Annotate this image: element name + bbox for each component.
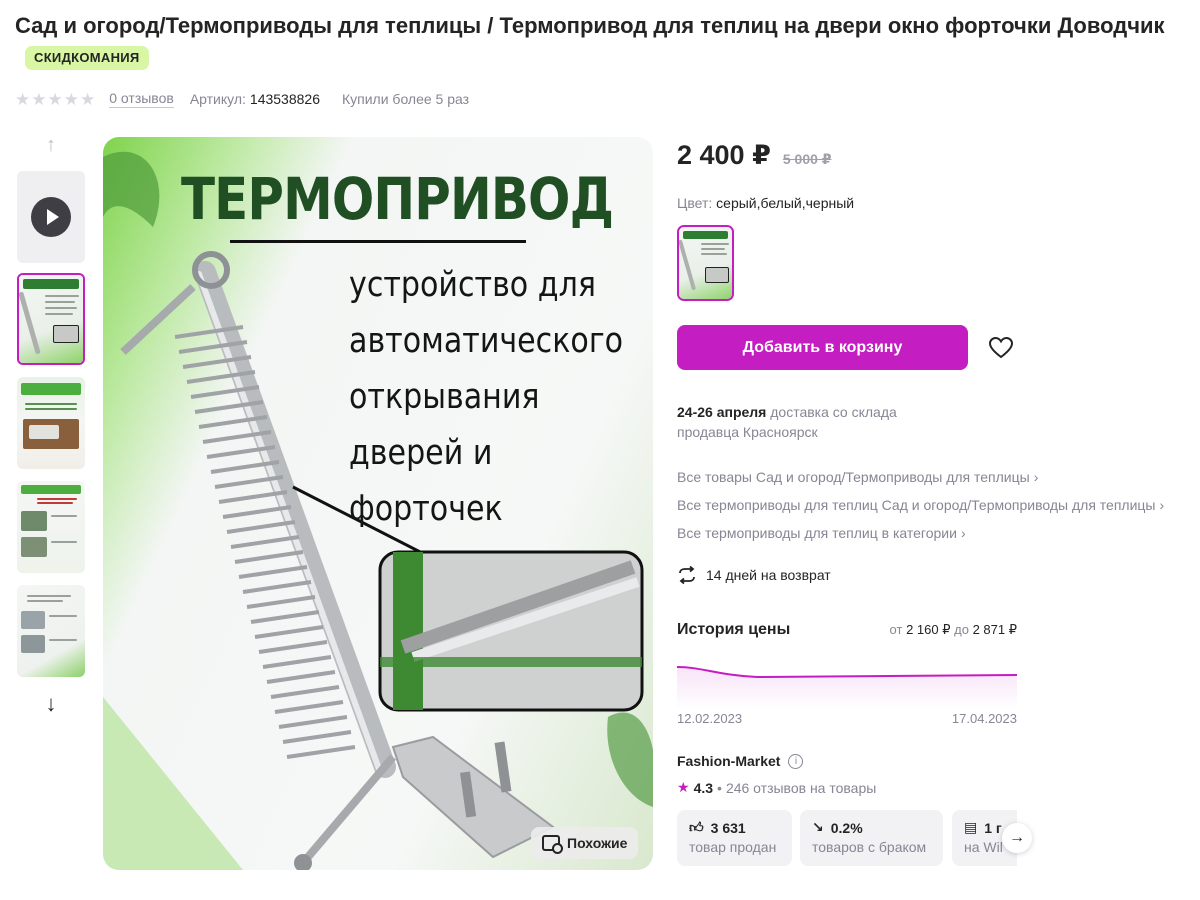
- price-history-dates: 12.02.2023 17.04.2023: [677, 711, 1017, 726]
- return-icon: [679, 566, 695, 584]
- play-icon: [31, 197, 71, 237]
- product-title-text: Сад и огород/Термоприводы для теплицы / …: [15, 13, 1165, 38]
- image-caption-line: дверей и форточек: [349, 433, 503, 529]
- product-title: Сад и огород/Термоприводы для теплицы / …: [15, 10, 1185, 74]
- stat-card: 👍︎ 3 631 товар продан: [677, 810, 792, 866]
- similar-label: Похожие: [567, 835, 628, 851]
- color-label: Цвет:: [677, 195, 713, 211]
- stat-card: ↘ 0.2% товаров с браком: [800, 810, 943, 866]
- old-price: 5 000 ₽: [782, 151, 832, 167]
- category-links: Все товары Сад и огород/Термоприводы для…: [677, 466, 1192, 550]
- thumbnail-image: [17, 585, 85, 677]
- main-product-image[interactable]: ТЕРМОПРИВОД устройство для автоматическо…: [103, 137, 653, 870]
- image-caption-line: открывания: [349, 377, 540, 417]
- arrow-up-icon[interactable]: ↑: [39, 135, 63, 155]
- price-range: от 2 160 ₽ до 2 871 ₽: [890, 622, 1017, 638]
- trend-down-icon: ↘: [812, 819, 824, 835]
- promo-badge[interactable]: СКИДКОМАНИЯ: [25, 46, 149, 70]
- thumbnail-3[interactable]: [17, 481, 85, 573]
- similar-button[interactable]: Похожие: [531, 827, 639, 859]
- article-number[interactable]: 143538826: [250, 91, 320, 107]
- image-caption: устройство для автоматического открывани…: [349, 257, 623, 537]
- current-price: 2 400 ₽: [677, 140, 771, 170]
- seller-rating: ★ 4.3 • 246 отзывов на товары: [677, 779, 876, 796]
- stat-label: товар продан: [689, 839, 777, 855]
- bullet-separator: •: [717, 779, 722, 796]
- link-all-products[interactable]: Все товары Сад и огород/Термоприводы для…: [677, 466, 1192, 494]
- info-icon[interactable]: i: [788, 753, 804, 769]
- star-icon: ★: [47, 89, 63, 109]
- thumbnail-image: [17, 481, 85, 573]
- image-search-icon: [542, 835, 563, 854]
- price-history-chart[interactable]: [677, 655, 1017, 710]
- link-text: Все термоприводы для теплиц Сад и огород…: [677, 497, 1156, 513]
- stat-label: товаров с браком: [812, 839, 927, 855]
- image-caption-line: автоматического: [349, 321, 624, 361]
- star-icon: ★: [31, 89, 47, 109]
- image-caption-line: устройство для: [349, 265, 596, 305]
- link-text: Все термоприводы для теплиц в категории: [677, 525, 957, 541]
- thumbnail-1[interactable]: [17, 273, 85, 365]
- star-icon: ★: [677, 779, 690, 795]
- price-history-header: История цены от 2 160 ₽ до 2 871 ₽: [677, 621, 1017, 639]
- chevron-right-icon: ›: [1159, 497, 1165, 513]
- star-icon: ★: [80, 89, 96, 109]
- return-text: 14 дней на возврат: [706, 567, 831, 583]
- chevron-right-icon: ›: [1033, 469, 1039, 485]
- seller-name[interactable]: Fashion-Market: [677, 753, 780, 769]
- star-icon: ★: [15, 89, 31, 109]
- return-policy[interactable]: 14 дней на возврат: [677, 566, 831, 584]
- color-value: серый,белый,черный: [716, 195, 855, 211]
- article-label: Артикул:: [189, 91, 246, 107]
- end-date: 17.04.2023: [951, 711, 1017, 726]
- chevron-right-icon: ›: [960, 525, 966, 541]
- variant-image: [679, 227, 732, 299]
- color-info: Цвет: серый,белый,черный: [677, 195, 854, 211]
- image-underline: [230, 240, 526, 243]
- heart-icon[interactable]: [988, 336, 1014, 360]
- link-text: Все товары Сад и огород/Термоприводы для…: [677, 469, 1030, 485]
- range-to-label: до: [954, 622, 969, 637]
- reviews-link[interactable]: 0 отзывов: [109, 90, 174, 108]
- arrow-right-icon[interactable]: →: [1002, 823, 1032, 853]
- bought-count: Купили более 5 раз: [341, 91, 470, 107]
- thumbnail-2[interactable]: [17, 377, 85, 469]
- arrow-down-icon[interactable]: ↓: [39, 693, 63, 717]
- link-category[interactable]: Все термоприводы для теплиц в категории ›: [677, 522, 1192, 550]
- price-history-title: История цены: [677, 621, 791, 638]
- video-thumbnail[interactable]: [17, 171, 85, 263]
- range-from: 2 160 ₽: [906, 622, 951, 637]
- seller-stats: 👍︎ 3 631 товар продан ↘ 0.2% товаров с бра…: [677, 810, 1017, 868]
- range-to: 2 871 ₽: [972, 622, 1017, 637]
- seller-reviews: 246 отзывов на товары: [725, 779, 877, 796]
- link-all-thermo-drives[interactable]: Все термоприводы для теплиц Сад и огород…: [677, 494, 1192, 522]
- color-variant-thumbnail[interactable]: [677, 225, 734, 301]
- stat-value: 0.2%: [830, 819, 863, 836]
- add-to-cart-button[interactable]: Добавить в корзину: [677, 325, 968, 370]
- seller-info[interactable]: Fashion-Market i: [677, 753, 804, 769]
- delivery-dates: 24-26 апреля: [677, 404, 767, 420]
- start-date: 12.02.2023: [677, 711, 743, 726]
- stat-value: 1 г: [984, 819, 1002, 836]
- rating-stars[interactable]: ★ ★ ★ ★ ★: [15, 91, 95, 108]
- price-block: 2 400 ₽ 5 000 ₽: [677, 140, 832, 171]
- image-title: ТЕРМОПРИВОД: [181, 165, 614, 233]
- thumbnail-image: [19, 275, 83, 363]
- thumbnail-image: [17, 377, 85, 469]
- thumbs-up-icon: 👍︎: [689, 819, 704, 835]
- star-icon: ★: [63, 89, 79, 109]
- product-meta: ★ ★ ★ ★ ★ 0 отзывов Артикул: 143538826 К…: [15, 89, 469, 109]
- seller-rating-value: 4.3: [693, 779, 714, 796]
- range-from-label: от: [889, 622, 903, 637]
- stat-value: 3 631: [710, 819, 746, 836]
- store-icon: ▤: [964, 819, 978, 835]
- delivery-info: 24-26 апреля доставка со склада продавца…: [677, 402, 917, 442]
- thumbnail-4[interactable]: [17, 585, 85, 677]
